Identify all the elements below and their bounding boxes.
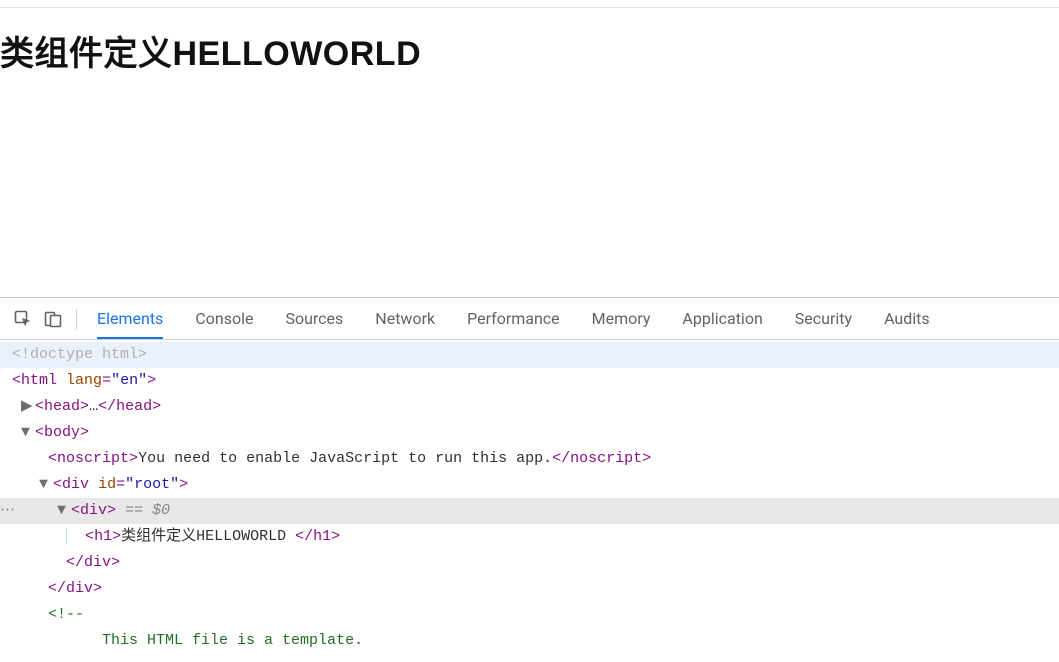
div-inner-row[interactable]: ⋯ ▼<div> == $0 — [0, 498, 1059, 524]
devtools-panel: Elements Console Sources Network Perform… — [0, 297, 1059, 662]
comment-start-row[interactable]: <!-- — [0, 602, 1059, 628]
elements-tree[interactable]: <!doctype html> <html lang="en"> ▶<head>… — [0, 340, 1059, 662]
tab-console[interactable]: Console — [195, 299, 253, 338]
tab-network[interactable]: Network — [375, 299, 435, 338]
body-open-row[interactable]: ▼<body> — [0, 420, 1059, 446]
tab-sources[interactable]: Sources — [285, 299, 343, 338]
div-inner-close-row[interactable]: </div> — [0, 550, 1059, 576]
doctype-row[interactable]: <!doctype html> — [0, 342, 1059, 368]
noscript-row[interactable]: <noscript>You need to enable JavaScript … — [0, 446, 1059, 472]
tab-performance[interactable]: Performance — [467, 299, 560, 338]
overflow-icon: ⋯ — [0, 503, 15, 518]
html-open-row[interactable]: <html lang="en"> — [0, 368, 1059, 394]
inspect-icon[interactable] — [8, 305, 38, 333]
page-viewport: 类组件定义HELLOWORLD — [0, 8, 1059, 297]
div-root-row[interactable]: ▼<div id="root"> — [0, 472, 1059, 498]
page-title: 类组件定义HELLOWORLD — [0, 26, 1059, 75]
div-root-close-row[interactable]: </div> — [0, 576, 1059, 602]
browser-top-bar — [0, 0, 1059, 8]
toolbar-separator — [76, 309, 77, 329]
device-toolbar-icon[interactable] — [38, 305, 68, 333]
tab-memory[interactable]: Memory — [592, 299, 651, 338]
head-row[interactable]: ▶<head>…</head> — [0, 394, 1059, 420]
h1-row[interactable]: <h1>类组件定义HELLOWORLD </h1> — [0, 524, 1059, 550]
tab-application[interactable]: Application — [682, 299, 762, 338]
tab-security[interactable]: Security — [795, 299, 852, 338]
devtools-tabs: Elements Console Sources Network Perform… — [97, 299, 930, 338]
tab-audits[interactable]: Audits — [884, 299, 930, 338]
devtools-toolbar: Elements Console Sources Network Perform… — [0, 298, 1059, 340]
tab-elements[interactable]: Elements — [97, 299, 163, 338]
comment-text-row[interactable]: This HTML file is a template. — [0, 628, 1059, 654]
